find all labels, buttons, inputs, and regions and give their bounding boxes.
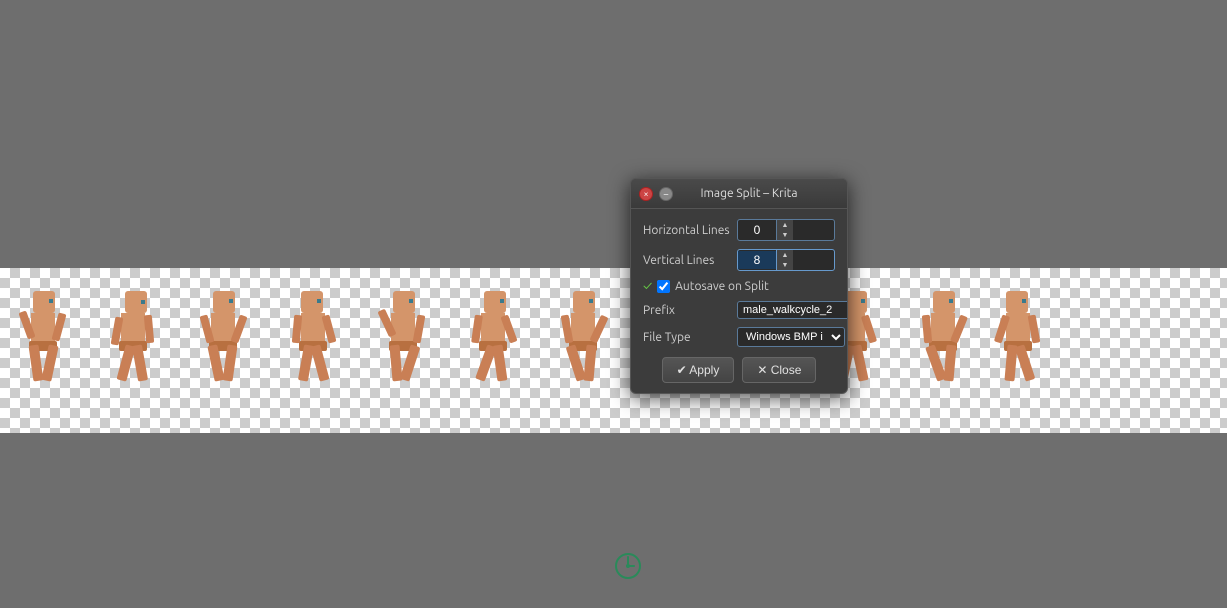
dialog-minimize-button[interactable]: – [659,187,673,201]
horizontal-lines-row: Horizontal Lines ▲ ▼ [643,219,835,241]
sprite-frame-1 [0,281,90,421]
image-split-dialog: × – Image Split – Krita Horizontal Lines… [630,178,848,394]
autosave-row: ✓ Autosave on Split [643,279,835,293]
minimize-icon: – [664,189,668,199]
sprite-frame-7 [540,281,630,421]
vertical-lines-label: Vertical Lines [643,254,733,267]
vertical-lines-spinbox[interactable]: ▲ ▼ [737,249,835,271]
horizontal-lines-up[interactable]: ▲ [777,220,793,230]
dialog-buttons: ✔ Apply ✕ Close [643,357,835,383]
vertical-lines-row: Vertical Lines ▲ ▼ [643,249,835,271]
sprite-strip [0,268,1227,433]
prefix-input[interactable] [737,301,848,319]
horizontal-lines-label: Horizontal Lines [643,224,733,237]
filetype-label: File Type [643,331,733,344]
vertical-lines-down[interactable]: ▼ [777,260,793,270]
sprite-frame-6 [450,281,540,421]
horizontal-lines-arrows: ▲ ▼ [776,220,793,240]
close-x-icon: × [643,189,648,199]
dialog-body: Horizontal Lines ▲ ▼ Vertical Lines ▲ ▼ [631,209,847,393]
checkmark-icon: ✓ [643,279,652,293]
prefix-label: Prefix [643,304,733,317]
vertical-lines-input[interactable] [738,251,776,269]
dialog-titlebar: × – Image Split – Krita [631,179,847,209]
sprite-frame-4 [270,281,360,421]
horizontal-lines-input[interactable] [738,221,776,239]
filetype-select[interactable]: Windows BMP i PNG JPEG [737,327,845,347]
dialog-close-button[interactable]: × [639,187,653,201]
sprite-frame-5 [360,281,450,421]
apply-button[interactable]: ✔ Apply [662,357,735,383]
close-button[interactable]: ✕ Close [742,357,816,383]
vertical-lines-arrows: ▲ ▼ [776,250,793,270]
sprite-frame-3 [180,281,270,421]
sprite-frame-11 [900,281,990,421]
loading-cursor [614,552,642,580]
autosave-checkbox[interactable] [657,280,670,293]
horizontal-lines-down[interactable]: ▼ [777,230,793,240]
sprite-frame-2 [90,281,180,421]
horizontal-lines-spinbox[interactable]: ▲ ▼ [737,219,835,241]
dialog-title: Image Split – Krita [679,187,819,200]
sprite-frame-12 [990,281,1050,421]
vertical-lines-up[interactable]: ▲ [777,250,793,260]
filetype-row: File Type Windows BMP i PNG JPEG [643,327,835,347]
autosave-label: Autosave on Split [675,280,769,293]
prefix-row: Prefix [643,301,835,319]
